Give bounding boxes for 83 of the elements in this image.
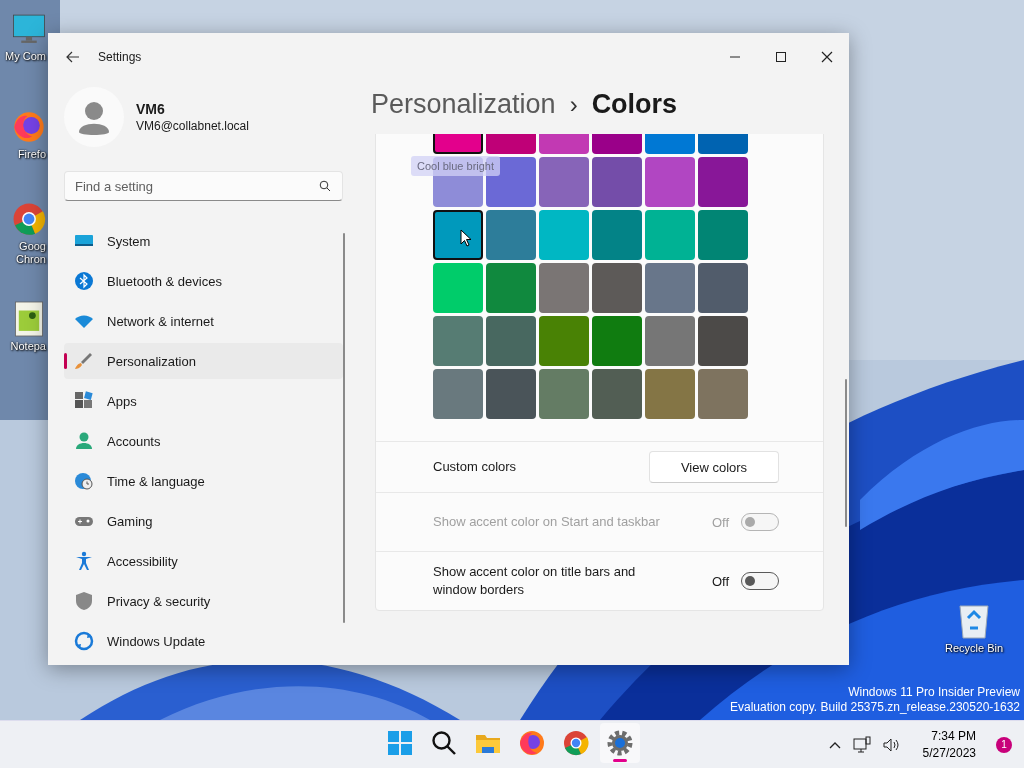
bluetooth-icon [74, 271, 94, 291]
color-swatch[interactable] [539, 210, 589, 260]
settings-icon [607, 730, 633, 756]
color-swatch[interactable] [592, 369, 642, 419]
sync-icon [74, 631, 94, 651]
color-swatch[interactable] [592, 263, 642, 313]
color-swatch[interactable] [486, 316, 536, 366]
firefox-icon [519, 730, 545, 756]
toggle-state-text: Off [711, 514, 729, 530]
breadcrumb-separator: › [569, 90, 578, 119]
sidebar-item[interactable]: Accessibility [64, 543, 343, 579]
setting-label: Show accent color on Start and taskbar [433, 513, 661, 531]
sidebar-item[interactable]: Bluetooth & devices [64, 263, 343, 299]
color-swatch[interactable] [592, 210, 642, 260]
sidebar-item[interactable]: Windows Update [64, 623, 343, 659]
sidebar-item[interactable]: Gaming [64, 503, 343, 539]
setting-label: Show accent color on title bars and window borders [433, 563, 637, 599]
notification-badge[interactable]: 1 [996, 736, 1012, 753]
desktop-icon-label[interactable]: Firefo [0, 148, 46, 161]
color-swatch[interactable] [539, 263, 589, 313]
color-swatch[interactable] [539, 369, 589, 419]
view-colors-button[interactable]: View colors [649, 451, 779, 483]
color-swatch[interactable] [645, 263, 695, 313]
start-icon [387, 730, 413, 756]
notepad-icon[interactable] [12, 300, 46, 338]
color-swatch[interactable] [592, 157, 642, 207]
clock-time[interactable]: 7:34 PM [931, 727, 976, 745]
shield-icon [74, 591, 94, 611]
chevron-up-icon[interactable] [828, 740, 841, 749]
toggle-switch[interactable] [741, 572, 779, 590]
desktop-icon-label[interactable]: Recycle Bin [944, 642, 1004, 655]
sidebar-item[interactable]: Network & internet [64, 303, 343, 339]
breadcrumb-parent[interactable]: Personalization [371, 89, 556, 120]
color-swatch[interactable] [433, 210, 483, 260]
color-swatch[interactable] [645, 157, 695, 207]
user-name: VM6 [136, 101, 166, 117]
color-swatch[interactable] [698, 210, 748, 260]
maximize-icon[interactable] [775, 51, 787, 63]
color-swatch[interactable] [645, 316, 695, 366]
close-icon[interactable] [821, 51, 833, 63]
color-swatch[interactable] [486, 263, 536, 313]
page-title: Colors [591, 89, 678, 120]
color-swatch[interactable] [433, 369, 483, 419]
color-swatch[interactable] [433, 316, 483, 366]
globe-clock-icon [74, 471, 94, 491]
color-swatch[interactable] [698, 157, 748, 207]
sidebar-item[interactable]: Time & language [64, 463, 343, 499]
sidebar-item[interactable]: Privacy & security [64, 583, 343, 619]
color-swatch[interactable] [698, 263, 748, 313]
window-title: Settings [98, 50, 142, 64]
apps-icon [74, 391, 94, 411]
network-icon[interactable] [852, 735, 871, 754]
color-swatch[interactable] [433, 263, 483, 313]
sidebar-item[interactable]: System [64, 223, 343, 259]
color-swatch[interactable] [592, 316, 642, 366]
search-field[interactable]: Find a setting [64, 171, 343, 201]
cursor-icon [460, 229, 472, 247]
tooltip: Cool blue bright [411, 156, 501, 176]
volume-icon[interactable] [882, 736, 901, 753]
search-icon[interactable] [319, 180, 331, 192]
avatar-icon[interactable] [64, 87, 124, 147]
color-swatch[interactable] [698, 316, 748, 366]
color-swatch[interactable] [486, 369, 536, 419]
back-icon[interactable] [66, 51, 80, 63]
watermark-text: Windows 11 Pro Insider Preview [848, 685, 1020, 700]
sidebar-item[interactable]: Accounts [64, 423, 343, 459]
sidebar-item[interactable]: Apps [64, 383, 343, 419]
setting-label: Custom colors [433, 458, 518, 476]
color-swatch[interactable] [486, 210, 536, 260]
user-email: VM6@collabnet.local [136, 119, 249, 133]
brush-icon [74, 351, 94, 371]
color-swatch[interactable] [698, 369, 748, 419]
toggle-state-text: Off [711, 573, 729, 589]
person-icon [74, 431, 94, 451]
color-swatch[interactable] [645, 210, 695, 260]
watermark-text: Evaluation copy. Build 25375.zn_release.230520-1632 [730, 700, 1020, 715]
color-swatch[interactable] [539, 157, 589, 207]
search-icon [431, 730, 457, 756]
color-swatch[interactable] [539, 316, 589, 366]
chrome-icon [563, 730, 589, 756]
sidebar-item[interactable]: Personalization [64, 343, 343, 379]
clock-date[interactable]: 5/27/2023 [922, 744, 976, 762]
color-swatch[interactable] [645, 369, 695, 419]
